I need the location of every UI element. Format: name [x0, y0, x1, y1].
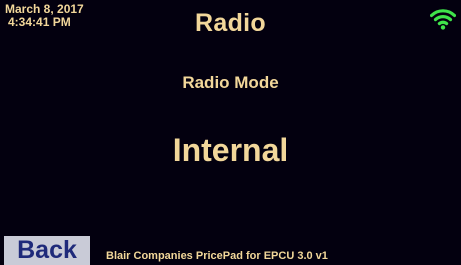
radio-mode-value[interactable]: Internal — [0, 130, 461, 170]
product-version-text: Blair Companies PricePad for EPCU 3.0 v1 — [106, 250, 328, 262]
back-button[interactable]: Back — [4, 236, 90, 265]
device-screen: March 8, 2017 4:34:41 PM Radio Radio Mod… — [0, 0, 461, 265]
wifi-signal-icon — [430, 9, 456, 30]
radio-mode-label: Radio Mode — [182, 73, 279, 92]
page-title: Radio — [195, 9, 266, 37]
